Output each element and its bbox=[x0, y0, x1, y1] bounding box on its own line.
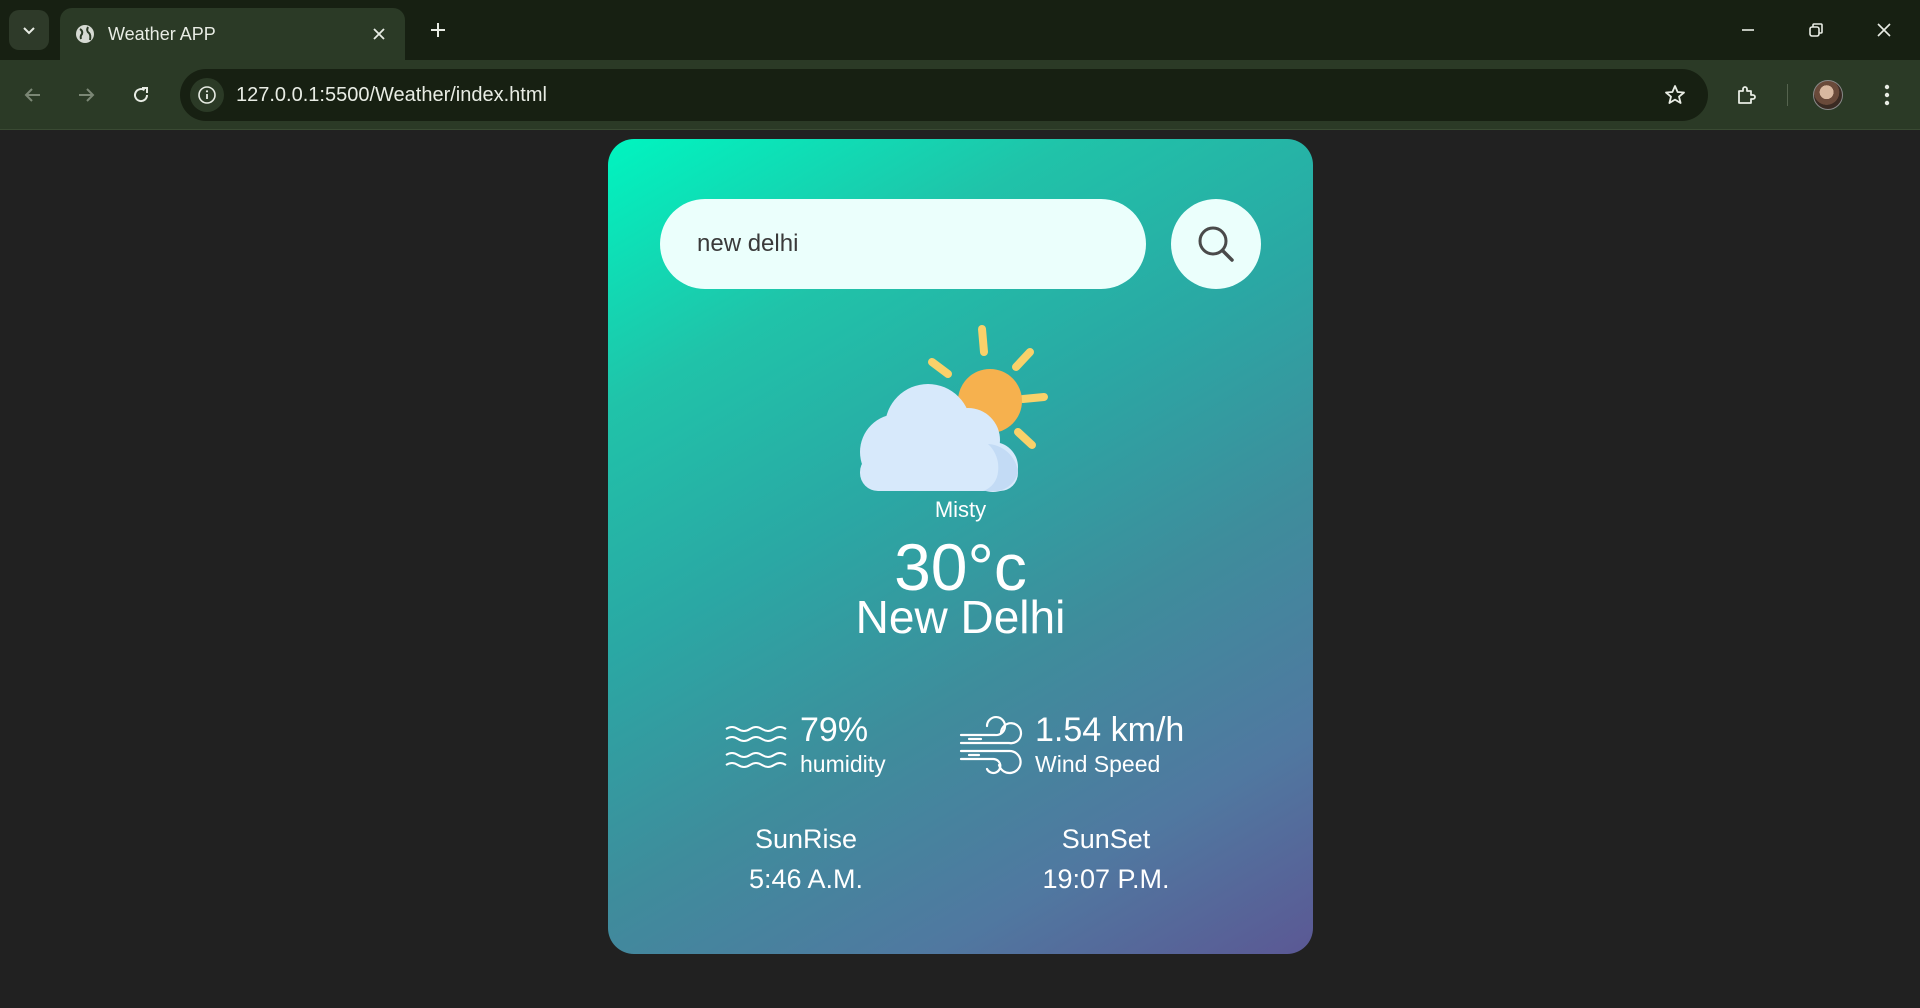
tab-title: Weather APP bbox=[108, 23, 216, 44]
wind-speed-value: 1.54 km/h bbox=[1035, 711, 1185, 749]
tab-close-button[interactable] bbox=[359, 14, 399, 54]
waves-icon bbox=[725, 726, 787, 768]
tab-search-button[interactable] bbox=[9, 10, 49, 50]
browser-menu-button[interactable] bbox=[1866, 74, 1908, 116]
arrow-left-icon bbox=[24, 88, 40, 102]
globe-icon bbox=[76, 25, 94, 43]
reload-icon bbox=[134, 87, 149, 103]
humidity-value: 79% bbox=[800, 711, 869, 749]
site-info-button[interactable] bbox=[190, 78, 224, 112]
minimize-button[interactable] bbox=[1720, 8, 1776, 52]
reload-button[interactable] bbox=[120, 74, 162, 116]
more-vertical-icon bbox=[1884, 84, 1890, 106]
browser-tab[interactable]: Weather APP bbox=[60, 8, 405, 60]
bookmark-button[interactable] bbox=[1654, 74, 1696, 116]
search-button[interactable] bbox=[1171, 199, 1261, 289]
wind-stat: 1.54 km/h Wind Speed bbox=[959, 711, 1184, 781]
chevron-down-icon bbox=[23, 27, 35, 35]
puzzle-icon bbox=[1738, 86, 1756, 104]
url-text: 127.0.0.1:5500/Weather/index.html bbox=[236, 83, 547, 106]
search-icon bbox=[1198, 226, 1234, 262]
close-icon bbox=[373, 28, 385, 40]
wind-text: 1.54 km/h Wind Speed bbox=[1035, 711, 1184, 779]
plus-icon bbox=[431, 23, 445, 37]
new-tab-button[interactable] bbox=[418, 10, 458, 50]
restore-button[interactable] bbox=[1788, 8, 1844, 52]
toolbar-divider bbox=[1787, 84, 1788, 106]
close-window-button[interactable] bbox=[1856, 8, 1912, 52]
partly-cloudy-icon bbox=[860, 325, 1048, 492]
minimize-icon bbox=[1742, 29, 1754, 31]
humidity-stat: 79% humidity bbox=[724, 711, 886, 781]
wind-icon bbox=[959, 715, 1023, 775]
extensions-button[interactable] bbox=[1726, 74, 1768, 116]
sunset-block: SunSet 19:07 P.M. bbox=[1006, 819, 1206, 899]
sunrise-label: SunRise bbox=[754, 824, 858, 854]
sunrise-time: 5:46 A.M. bbox=[748, 864, 864, 894]
forward-button[interactable] bbox=[65, 74, 107, 116]
info-icon bbox=[198, 86, 216, 104]
sunset-time: 19:07 P.M. bbox=[1042, 864, 1170, 894]
close-icon bbox=[1877, 23, 1891, 37]
arrow-right-icon bbox=[79, 88, 95, 102]
wind-speed-label: Wind Speed bbox=[1035, 751, 1161, 777]
star-icon bbox=[1665, 85, 1685, 104]
browser-titlebar: Weather APP bbox=[0, 0, 1920, 60]
weather-condition: Misty bbox=[934, 497, 987, 522]
address-bar[interactable]: 127.0.0.1:5500/Weather/index.html bbox=[180, 69, 1708, 121]
sunset-label: SunSet bbox=[1061, 824, 1151, 854]
sunrise-block: SunRise 5:46 A.M. bbox=[706, 819, 906, 899]
restore-icon bbox=[1809, 23, 1823, 37]
profile-avatar[interactable] bbox=[1813, 80, 1843, 110]
humidity-label: humidity bbox=[800, 751, 886, 777]
browser-toolbar: 127.0.0.1:5500/Weather/index.html bbox=[0, 60, 1920, 130]
weather-card: Misty 30°c New Delhi 79% humidity bbox=[608, 139, 1313, 954]
back-button[interactable] bbox=[12, 74, 54, 116]
city-search-input[interactable] bbox=[660, 199, 1146, 289]
city-name: New Delhi bbox=[855, 591, 1066, 643]
humidity-text: 79% humidity bbox=[800, 711, 886, 779]
